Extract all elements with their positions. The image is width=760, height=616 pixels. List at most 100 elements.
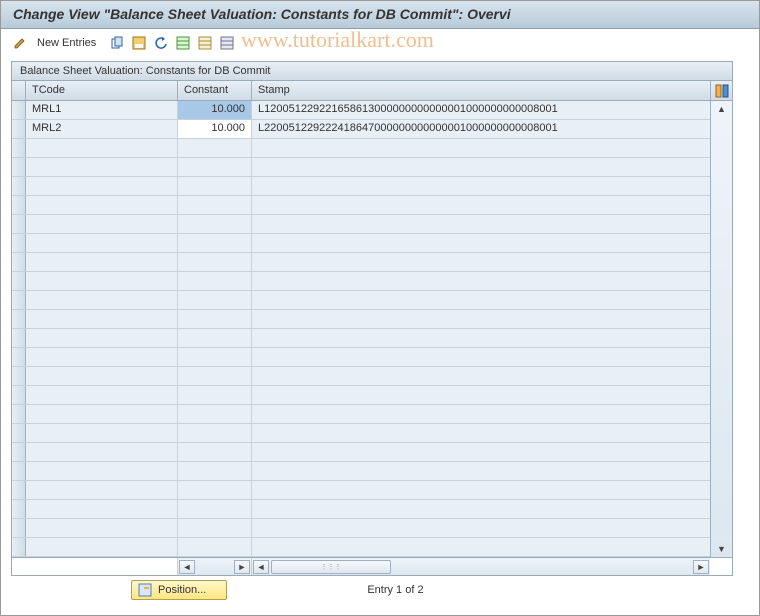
cell-constant[interactable] [178, 291, 252, 309]
cell-tcode[interactable] [26, 272, 178, 290]
table-row[interactable] [12, 272, 710, 291]
cell-constant[interactable] [178, 177, 252, 195]
cell-tcode[interactable] [26, 405, 178, 423]
table-row[interactable] [12, 386, 710, 405]
table-row[interactable] [12, 519, 710, 538]
cell-tcode[interactable] [26, 367, 178, 385]
cell-stamp[interactable] [252, 348, 710, 366]
table-row[interactable]: MRL110.000L12005122922165861300000000000… [12, 101, 710, 120]
col-header-stamp[interactable]: Stamp [252, 81, 710, 100]
cell-constant[interactable] [178, 538, 252, 556]
cell-tcode[interactable] [26, 462, 178, 480]
col-header-constant[interactable]: Constant [178, 81, 252, 100]
cell-tcode[interactable] [26, 215, 178, 233]
table-row[interactable] [12, 500, 710, 519]
cell-constant[interactable] [178, 405, 252, 423]
table-row[interactable] [12, 443, 710, 462]
cell-constant[interactable] [178, 348, 252, 366]
cell-stamp[interactable] [252, 158, 710, 176]
table-row[interactable] [12, 196, 710, 215]
cell-stamp[interactable] [252, 329, 710, 347]
cell-constant[interactable] [178, 272, 252, 290]
cell-constant[interactable]: 10.000 [178, 101, 252, 119]
table-row[interactable] [12, 424, 710, 443]
cell-tcode[interactable] [26, 538, 178, 556]
cell-constant[interactable] [178, 215, 252, 233]
row-handle[interactable] [12, 538, 26, 556]
row-handle[interactable] [12, 215, 26, 233]
cell-constant[interactable] [178, 253, 252, 271]
hscroll-left-icon[interactable]: ◄ [179, 560, 195, 574]
cell-constant[interactable] [178, 519, 252, 537]
table-row[interactable] [12, 158, 710, 177]
row-handle[interactable] [12, 386, 26, 404]
cell-tcode[interactable] [26, 348, 178, 366]
row-handle[interactable] [12, 481, 26, 499]
cell-constant[interactable] [178, 462, 252, 480]
cell-tcode[interactable] [26, 481, 178, 499]
save-icon[interactable] [130, 34, 148, 52]
cell-tcode[interactable] [26, 177, 178, 195]
cell-stamp[interactable] [252, 424, 710, 442]
table-row[interactable] [12, 481, 710, 500]
row-handle[interactable] [12, 272, 26, 290]
cell-stamp[interactable] [252, 405, 710, 423]
row-handle[interactable] [12, 462, 26, 480]
row-handle[interactable] [12, 310, 26, 328]
cell-constant[interactable] [178, 481, 252, 499]
row-handle[interactable] [12, 158, 26, 176]
row-handle[interactable] [12, 443, 26, 461]
cell-constant[interactable] [178, 443, 252, 461]
cell-stamp[interactable] [252, 367, 710, 385]
table-row[interactable] [12, 348, 710, 367]
table-row[interactable] [12, 177, 710, 196]
cell-constant[interactable] [178, 196, 252, 214]
row-handle[interactable] [12, 139, 26, 157]
cell-tcode[interactable] [26, 291, 178, 309]
cell-stamp[interactable]: L220051229222418647000000000000001000000… [252, 120, 710, 138]
cell-stamp[interactable] [252, 215, 710, 233]
cell-stamp[interactable]: L120051229221658613000000000000001000000… [252, 101, 710, 119]
cell-tcode[interactable] [26, 519, 178, 537]
cell-tcode[interactable] [26, 329, 178, 347]
hscroll-stamp-area[interactable]: ◄ ⋮⋮⋮ ► [252, 558, 710, 575]
cell-constant[interactable] [178, 424, 252, 442]
cell-stamp[interactable] [252, 291, 710, 309]
undo-icon[interactable] [152, 34, 170, 52]
cell-constant[interactable] [178, 158, 252, 176]
hscroll-right-icon[interactable]: ► [693, 560, 709, 574]
cell-stamp[interactable] [252, 139, 710, 157]
row-handle[interactable] [12, 120, 26, 138]
table-row[interactable] [12, 234, 710, 253]
cell-tcode[interactable] [26, 386, 178, 404]
table-row[interactable] [12, 310, 710, 329]
col-header-tcode[interactable]: TCode [26, 81, 178, 100]
table-row[interactable]: MRL210.000L22005122922241864700000000000… [12, 120, 710, 139]
table-row[interactable] [12, 291, 710, 310]
cell-tcode[interactable] [26, 139, 178, 157]
copy-icon[interactable] [108, 34, 126, 52]
row-handle[interactable] [12, 519, 26, 537]
scroll-down-icon[interactable]: ▼ [714, 541, 730, 557]
cell-stamp[interactable] [252, 272, 710, 290]
cell-constant[interactable] [178, 367, 252, 385]
cell-stamp[interactable] [252, 481, 710, 499]
table-row[interactable] [12, 405, 710, 424]
scroll-up-icon[interactable]: ▲ [714, 101, 730, 117]
table-row[interactable] [12, 538, 710, 557]
row-handle[interactable] [12, 348, 26, 366]
cell-tcode[interactable] [26, 310, 178, 328]
table-row[interactable] [12, 215, 710, 234]
row-handle[interactable] [12, 424, 26, 442]
row-handle[interactable] [12, 234, 26, 252]
cell-stamp[interactable] [252, 253, 710, 271]
vertical-scrollbar[interactable]: ▲ ▼ [710, 101, 732, 557]
row-handle[interactable] [12, 253, 26, 271]
cell-tcode[interactable] [26, 443, 178, 461]
position-button[interactable]: Position... [131, 580, 227, 600]
row-handle[interactable] [12, 177, 26, 195]
row-handle[interactable] [12, 196, 26, 214]
cell-constant[interactable]: 10.000 [178, 120, 252, 138]
select-all-icon[interactable] [174, 34, 192, 52]
cell-tcode[interactable] [26, 424, 178, 442]
